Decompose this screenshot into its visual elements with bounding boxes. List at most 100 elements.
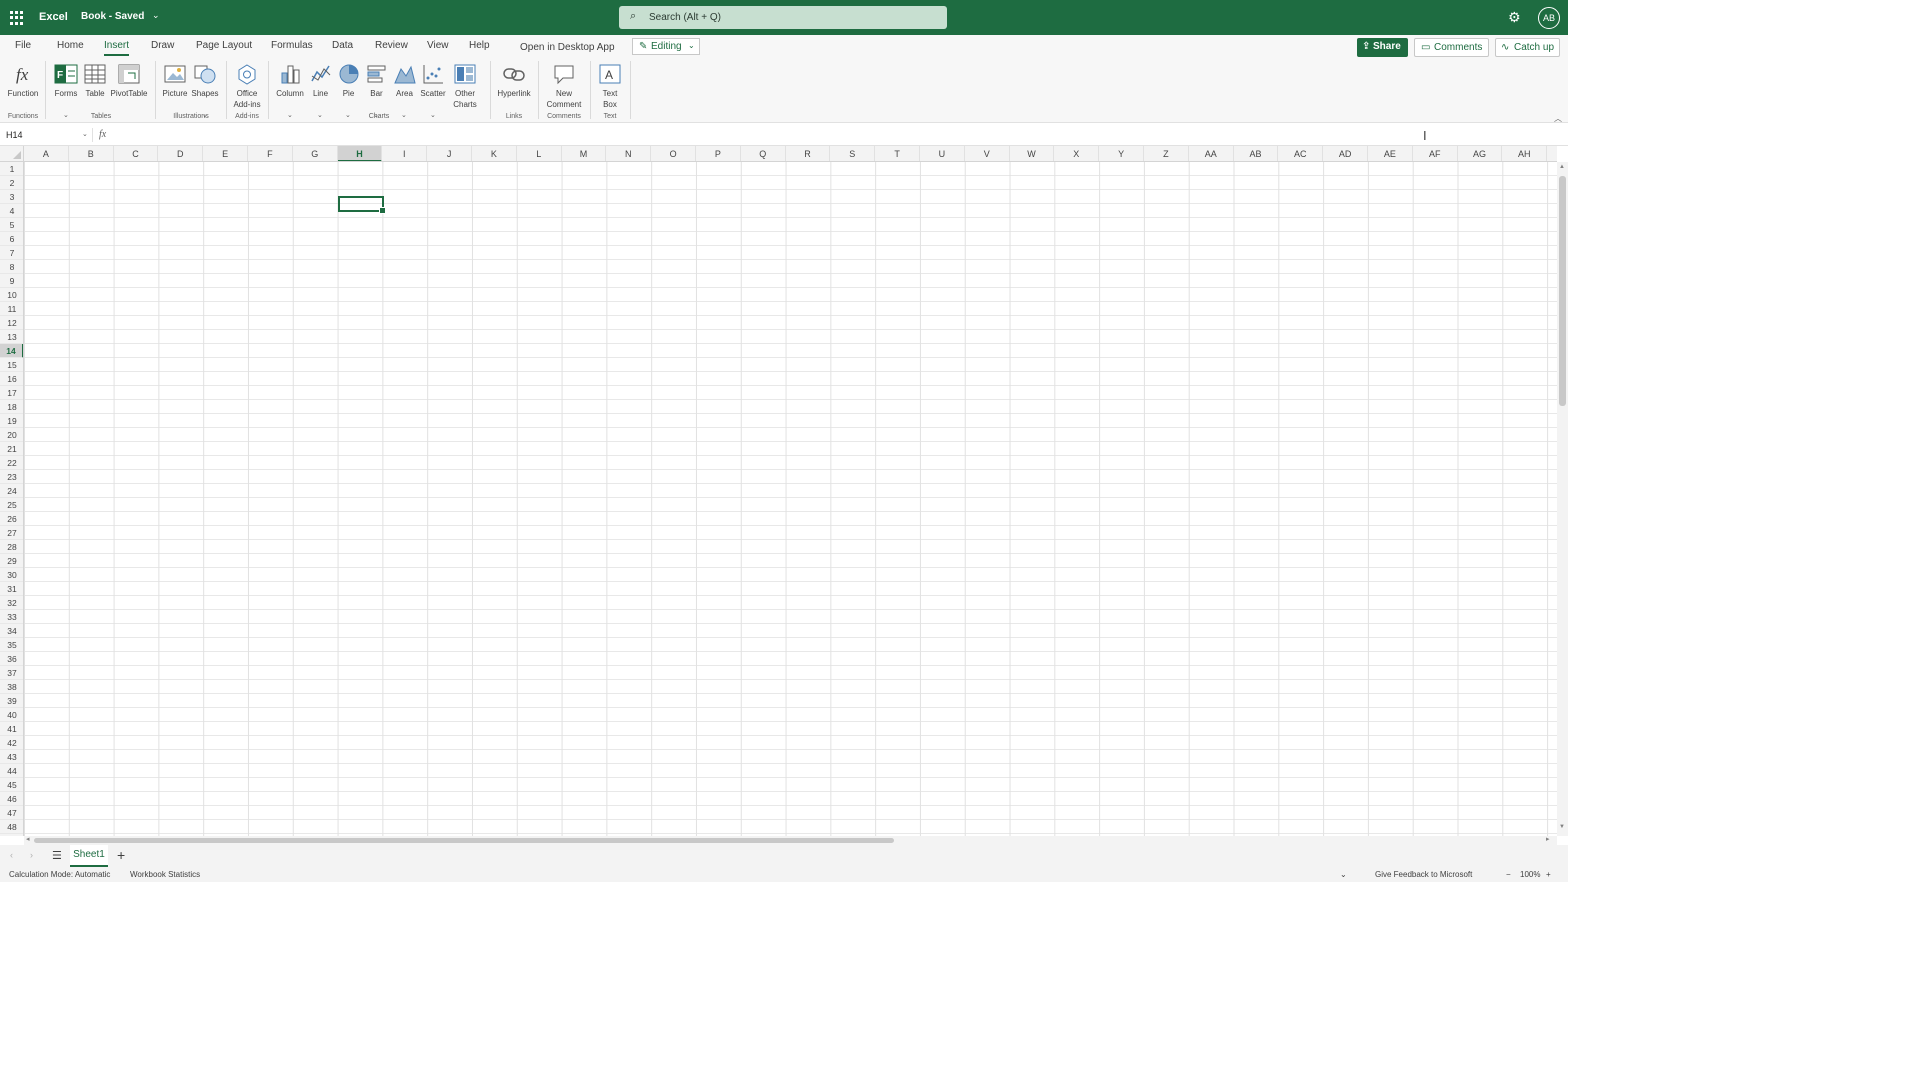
row-header-48[interactable]: 48 <box>0 820 23 834</box>
scroll-right-icon[interactable]: ▸ <box>1546 835 1550 843</box>
row-header-14[interactable]: 14 <box>0 344 23 358</box>
row-header-45[interactable]: 45 <box>0 778 23 792</box>
row-header-37[interactable]: 37 <box>0 666 23 680</box>
row-header-35[interactable]: 35 <box>0 638 23 652</box>
app-name[interactable]: Excel <box>39 11 68 23</box>
active-cell-h14[interactable] <box>338 196 386 214</box>
column-chart-button[interactable]: Column ⌄ <box>274 59 306 119</box>
column-header-aa[interactable]: AA <box>1189 146 1234 161</box>
search-input[interactable]: ⌕ Search (Alt + Q) <box>619 6 947 29</box>
row-header-28[interactable]: 28 <box>0 540 23 554</box>
row-header-3[interactable]: 3 <box>0 190 23 204</box>
office-addins-button[interactable]: Office Add-ins <box>229 59 265 109</box>
row-header-19[interactable]: 19 <box>0 414 23 428</box>
column-header-c[interactable]: C <box>114 146 159 161</box>
scroll-up-icon[interactable]: ▲ <box>1559 164 1565 170</box>
area-chart-button[interactable]: Area ⌄ <box>391 59 418 119</box>
tab-home[interactable]: Home <box>57 40 84 51</box>
row-header-9[interactable]: 9 <box>0 274 23 288</box>
column-header-z[interactable]: Z <box>1144 146 1189 161</box>
row-header-13[interactable]: 13 <box>0 330 23 344</box>
row-header-6[interactable]: 6 <box>0 232 23 246</box>
column-header-b[interactable]: B <box>69 146 114 161</box>
catch-up-button[interactable]: ∿ Catch up <box>1495 38 1560 57</box>
column-header-r[interactable]: R <box>786 146 831 161</box>
column-header-d[interactable]: D <box>158 146 204 161</box>
share-button[interactable]: ⇪ Share <box>1357 38 1408 57</box>
column-header-t[interactable]: T <box>875 146 920 161</box>
row-header-17[interactable]: 17 <box>0 386 23 400</box>
column-header-x[interactable]: X <box>1054 146 1100 161</box>
column-header-af[interactable]: AF <box>1413 146 1458 161</box>
column-header-e[interactable]: E <box>203 146 248 161</box>
row-header-32[interactable]: 32 <box>0 596 23 610</box>
row-header-23[interactable]: 23 <box>0 470 23 484</box>
calculation-mode[interactable]: Calculation Mode: Automatic <box>9 870 110 879</box>
column-header-i[interactable]: I <box>382 146 428 161</box>
row-header-40[interactable]: 40 <box>0 708 23 722</box>
row-header-36[interactable]: 36 <box>0 652 23 666</box>
tab-page-layout[interactable]: Page Layout <box>196 40 252 51</box>
hyperlink-button[interactable]: Hyperlink <box>494 59 534 109</box>
column-header-ad[interactable]: AD <box>1323 146 1368 161</box>
column-header-ac[interactable]: AC <box>1278 146 1324 161</box>
open-desktop-app-button[interactable]: Open in Desktop App <box>520 42 615 53</box>
row-header-7[interactable]: 7 <box>0 246 23 260</box>
row-header-24[interactable]: 24 <box>0 484 23 498</box>
column-header-p[interactable]: P <box>696 146 741 161</box>
row-header-1[interactable]: 1 <box>0 162 23 176</box>
row-header-2[interactable]: 2 <box>0 176 23 190</box>
column-header-m[interactable]: M <box>562 146 607 161</box>
table-button[interactable]: Table <box>82 59 108 109</box>
column-header-v[interactable]: V <box>965 146 1010 161</box>
row-header-5[interactable]: 5 <box>0 218 23 232</box>
editing-mode-button[interactable]: ✎ Editing ⌄ <box>632 38 700 55</box>
row-header-25[interactable]: 25 <box>0 498 23 512</box>
column-header-ah[interactable]: AH <box>1502 146 1548 161</box>
row-header-26[interactable]: 26 <box>0 512 23 526</box>
horizontal-scrollbar[interactable]: ◂ ▸ <box>24 836 1557 845</box>
name-box[interactable]: H14 ⌄ <box>3 127 89 143</box>
row-header-8[interactable]: 8 <box>0 260 23 274</box>
feedback-link[interactable]: Give Feedback to Microsoft <box>1375 870 1472 879</box>
function-button[interactable]: fx Function <box>4 59 42 109</box>
row-header-41[interactable]: 41 <box>0 722 23 736</box>
previous-sheet-icon[interactable]: ‹ <box>10 850 13 860</box>
tab-formulas[interactable]: Formulas <box>271 40 313 51</box>
row-header-11[interactable]: 11 <box>0 302 23 316</box>
column-header-ae[interactable]: AE <box>1368 146 1413 161</box>
column-header-a[interactable]: A <box>24 146 69 161</box>
pivottable-button[interactable]: PivotTable <box>108 59 150 109</box>
row-header-47[interactable]: 47 <box>0 806 23 820</box>
scroll-down-icon[interactable]: ▼ <box>1559 824 1565 830</box>
gear-icon[interactable]: ⚙ <box>1508 9 1521 26</box>
column-header-l[interactable]: L <box>517 146 562 161</box>
next-sheet-icon[interactable]: › <box>30 850 33 860</box>
row-header-15[interactable]: 15 <box>0 358 23 372</box>
add-sheet-button[interactable]: + <box>117 847 125 863</box>
chevron-down-icon[interactable]: ⌄ <box>82 130 88 138</box>
row-header-29[interactable]: 29 <box>0 554 23 568</box>
tab-file[interactable]: File <box>15 40 31 51</box>
tab-data[interactable]: Data <box>332 40 353 51</box>
column-header-ab[interactable]: AB <box>1234 146 1279 161</box>
zoom-in-icon[interactable]: + <box>1546 870 1551 879</box>
row-header-16[interactable]: 16 <box>0 372 23 386</box>
zoom-out-icon[interactable]: − <box>1506 870 1511 879</box>
pie-chart-button[interactable]: Pie ⌄ <box>335 59 362 119</box>
all-sheets-icon[interactable]: ☰ <box>52 849 62 862</box>
column-header-k[interactable]: K <box>472 146 517 161</box>
insert-function-icon[interactable]: fx <box>99 129 106 140</box>
tab-view[interactable]: View <box>427 40 449 51</box>
column-header-w[interactable]: W <box>1010 146 1055 161</box>
column-header-u[interactable]: U <box>920 146 965 161</box>
zoom-level[interactable]: 100% <box>1520 870 1540 879</box>
row-header-10[interactable]: 10 <box>0 288 23 302</box>
tab-help[interactable]: Help <box>469 40 490 51</box>
row-header-12[interactable]: 12 <box>0 316 23 330</box>
row-header-18[interactable]: 18 <box>0 400 23 414</box>
row-header-34[interactable]: 34 <box>0 624 23 638</box>
row-header-27[interactable]: 27 <box>0 526 23 540</box>
select-all-button[interactable] <box>0 146 24 162</box>
comments-button[interactable]: ▭ Comments <box>1414 38 1489 57</box>
